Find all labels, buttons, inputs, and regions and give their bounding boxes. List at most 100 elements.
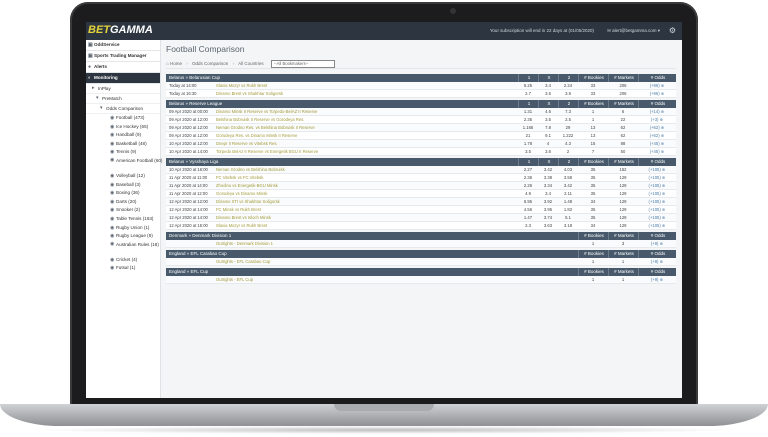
table-row[interactable]: Outrights - Denmark Division 1 1 3 (+9) ⊕	[166, 240, 676, 248]
odds-count[interactable]: (+9) ⊕	[638, 276, 676, 283]
table-row[interactable]: 12 Apr 2020 at 15:00 Slavia Mozyr vs Rukh…	[166, 222, 676, 230]
sidebar-sport-item[interactable]: ◉ Baseball (3)	[86, 181, 160, 190]
match-name[interactable]: Gorodeya Res. vs Dinamo Minsk II Reserve	[216, 132, 297, 139]
match-name[interactable]: Neman Grodno vs Belshina Bobruisk	[216, 166, 285, 173]
table-row[interactable]: 09 Apr 2020 at 12:00 Neman Grodno Res. vs…	[166, 124, 676, 132]
odd-draw[interactable]: 3.95	[538, 206, 558, 213]
match-name[interactable]: Gorodeya vs Dinamo Minsk	[216, 190, 267, 197]
odds-count[interactable]: (+96) ⊕	[638, 82, 676, 89]
odd-home[interactable]: 6.95	[518, 198, 538, 205]
sidebar-section[interactable]: ▣ OddService	[86, 40, 160, 51]
odd-draw[interactable]: 3.92	[538, 198, 558, 205]
odd-away[interactable]: 4.3	[558, 140, 578, 147]
odd-away[interactable]: 1.48	[558, 198, 578, 205]
odd-home[interactable]: 2.3	[518, 222, 538, 229]
sidebar-sport-item[interactable]: ◉ Boxing (36)	[86, 189, 160, 198]
odd-away[interactable]: 4.03	[558, 166, 578, 173]
sidebar-sport-item[interactable]: ◉ Snooker (2)	[86, 206, 160, 215]
match-name[interactable]: FC Minsk vs Rukh Brest	[216, 206, 261, 213]
sidebar-sport-item[interactable]: ◉ Football (473)	[86, 114, 160, 123]
match-name[interactable]: Slavia Mozyr vs Rukh Brest	[216, 222, 267, 229]
sidebar-section-monitoring[interactable]: ◐ Monitoring	[86, 73, 160, 84]
odds-count[interactable]: (+105) ⊕	[638, 206, 676, 213]
table-row[interactable]: Today at 14:00 Slavia Mozyr vs Rukh Brest…	[166, 82, 676, 90]
sidebar-sport-item[interactable]: ◉ Tennis (9)	[86, 148, 160, 157]
odd-away[interactable]: 3.58	[558, 174, 578, 181]
breadcrumb-odds[interactable]: Odds Comparison	[192, 61, 228, 66]
odd-home[interactable]: 5.25	[518, 82, 538, 89]
table-row[interactable]: 10 Apr 2020 at 14:00 Torpedo BelAz II Res…	[166, 148, 676, 156]
odds-count[interactable]: (+105) ⊕	[638, 222, 676, 229]
league-header[interactable]: Denmark » Denmark Division 1 # Bookies # M…	[166, 232, 676, 240]
odd-home[interactable]: 21	[518, 132, 538, 139]
odd-away[interactable]: 29	[558, 124, 578, 131]
table-row[interactable]: 12 Apr 2020 at 14:00 FC Minsk vs Rukh Bre…	[166, 206, 676, 214]
sidebar-sport-item[interactable]: ◉ Volleyball (12)	[86, 172, 160, 181]
odd-away[interactable]: 3.42	[558, 182, 578, 189]
odd-draw[interactable]: 4	[538, 140, 558, 147]
match-name[interactable]: Dinamo Minsk II Reserve vs Torpedo-BelAZ…	[216, 108, 317, 115]
table-row[interactable]: Today at 16:30 Dinamo Brest vs Shakhtar S…	[166, 90, 676, 98]
odd-draw[interactable]: 3.74	[538, 214, 558, 221]
league-header[interactable]: England » EFL Carabao Cup # Bookies # Mark…	[166, 250, 676, 258]
table-row[interactable]: 10 Apr 2020 at 16:00 Neman Grodno vs Bels…	[166, 166, 676, 174]
match-name[interactable]: Torpedo BelAz II Reserve vs Energetik BG…	[216, 148, 318, 155]
sidebar-sport-item[interactable]: ◉ Futsal (1)	[86, 264, 160, 273]
odd-draw[interactable]: 3.6	[538, 90, 558, 97]
match-name[interactable]: Outrights - EFL Carabao Cup	[216, 258, 270, 265]
odd-home[interactable]: 1.78	[518, 140, 538, 147]
sidebar-sub-item[interactable]: ▾ Odds Comparison	[86, 104, 160, 114]
league-header[interactable]: England » EFL Cup # Bookies # Markets # Odd…	[166, 268, 676, 276]
odd-away[interactable]: 2.5	[558, 116, 578, 123]
odd-draw[interactable]: 7.8	[538, 124, 558, 131]
match-name[interactable]: Belshina Bobruisk II Reserve vs Gorodeya…	[216, 116, 304, 123]
odd-home[interactable]: 1.166	[518, 124, 538, 131]
league-header[interactable]: Belarus » Belarusian Cup 1 X 2 # Bookies # Ma…	[166, 74, 676, 82]
odd-away[interactable]: 1.222	[558, 132, 578, 139]
match-name[interactable]: Dinamo STI vs Shakhtar Soligorsk	[216, 198, 280, 205]
odds-count[interactable]: (+105) ⊕	[638, 214, 676, 221]
match-name[interactable]: FC Vitebsk vs FC Vitebsk	[216, 174, 263, 181]
table-row[interactable]: Outrights - EFL Cup 1 1 (+9) ⊕	[166, 276, 676, 284]
sidebar-sport-item[interactable]: ◉ Rugby League (9)	[86, 232, 160, 241]
odd-home[interactable]: 2.27	[518, 166, 538, 173]
sidebar-sport-item[interactable]: ◉ Handball (9)	[86, 131, 160, 140]
odd-draw[interactable]: 3.63	[538, 222, 558, 229]
odds-count[interactable]: (+62) ⊕	[638, 124, 676, 131]
odds-count[interactable]: (+105) ⊕	[638, 198, 676, 205]
breadcrumb-countries[interactable]: All Countries	[238, 61, 264, 66]
odd-draw[interactable]: 9.1	[538, 132, 558, 139]
table-row[interactable]: 11 Apr 2020 at 11:00 FC Vitebsk vs FC Vit…	[166, 174, 676, 182]
odds-count[interactable]: (+105) ⊕	[638, 182, 676, 189]
match-name[interactable]: Zhodino vs Energetik-BGU Minsk	[216, 182, 278, 189]
odd-home[interactable]: 4.9	[518, 190, 538, 197]
odd-away[interactable]: 2.11	[558, 190, 578, 197]
odds-count[interactable]: (+105) ⊕	[638, 174, 676, 181]
table-row[interactable]: 09 Apr 2020 at 12:00 Gorodeya Res. vs Din…	[166, 132, 676, 140]
brand-logo[interactable]: BETGAMMA	[88, 24, 158, 40]
match-name[interactable]: Dinamo Brest vs Shakhtar Soligorsk	[216, 90, 283, 97]
odds-count[interactable]: (+96) ⊕	[638, 90, 676, 97]
odds-count[interactable]: (+45) ⊕	[638, 148, 676, 155]
table-row[interactable]: 12 Apr 2020 at 12:00 Dinamo STI vs Shakht…	[166, 198, 676, 206]
odd-draw[interactable]: 3.38	[538, 174, 558, 181]
odds-count[interactable]: (+3) ⊕	[638, 116, 676, 123]
odds-count[interactable]: (+45) ⊕	[638, 140, 676, 147]
odd-home[interactable]: 2.35	[518, 116, 538, 123]
sidebar-sport-item[interactable]: ◉ Rugby Union (1)	[86, 224, 160, 233]
bookmaker-select[interactable]: --All Bookmakers--	[270, 59, 335, 68]
gear-icon[interactable]: ⚙	[669, 26, 676, 35]
user-menu[interactable]: ✉ alert@betgamma.com ▾	[607, 28, 660, 34]
breadcrumb-home[interactable]: Home	[170, 61, 182, 66]
table-row[interactable]: 09 Apr 2020 at 12:00 Belshina Bobruisk II…	[166, 116, 676, 124]
table-row[interactable]: 10 Apr 2020 at 12:00 Dnepr II Reserve vs …	[166, 140, 676, 148]
table-row[interactable]: 12 Apr 2020 at 14:00 Dinamo Brest vs Islo…	[166, 214, 676, 222]
sidebar-section[interactable]: ● Alerts	[86, 62, 160, 73]
odds-count[interactable]: (+14) ⊕	[638, 108, 676, 115]
odd-away[interactable]: 2	[558, 148, 578, 155]
odd-home[interactable]: 1.47	[518, 214, 538, 221]
odd-away[interactable]: 2.24	[558, 82, 578, 89]
sidebar-sport-item[interactable]: ◉ Darts (20)	[86, 198, 160, 207]
odds-count[interactable]: (+105) ⊕	[638, 166, 676, 173]
odd-draw[interactable]: 3.5	[538, 116, 558, 123]
